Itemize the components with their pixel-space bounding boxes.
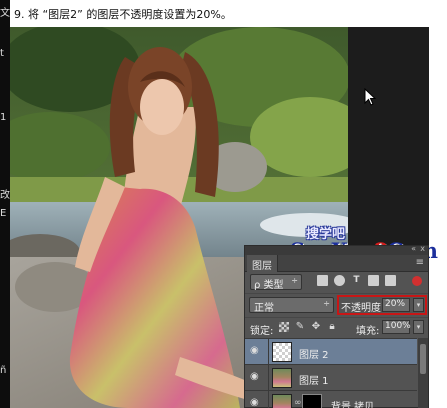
fill-label: 填充: xyxy=(356,326,380,337)
close-panel-icon[interactable]: x xyxy=(420,244,425,253)
lock-icons: ✎ ✥ 🔒︎ xyxy=(279,322,337,332)
layer-thumbnail xyxy=(272,342,292,362)
filter-kind-select[interactable]: ρ 类型 ÷ xyxy=(250,274,302,291)
chevron-icon: ÷ xyxy=(291,276,298,285)
left-edge-char: 1 xyxy=(0,112,7,123)
blend-mode-select[interactable]: 正常 ÷ xyxy=(249,297,334,314)
opacity-dropdown-icon[interactable]: ▾ xyxy=(413,298,424,312)
layer-name[interactable]: 图层 2 xyxy=(299,346,329,361)
smart-object-filter-icon[interactable] xyxy=(385,275,396,286)
tab-layers[interactable]: 图层 xyxy=(247,255,278,272)
left-edge-char: t xyxy=(0,48,4,59)
chevron-icon: ÷ xyxy=(323,299,330,308)
shape-filter-icon[interactable] xyxy=(368,275,379,286)
eye-icon[interactable]: ◉ xyxy=(250,346,264,356)
lock-all-icon[interactable]: 🔒︎ xyxy=(327,322,337,332)
layer-row[interactable]: ◉ ∞ 背景 拷贝 xyxy=(245,390,417,408)
left-edge-char: ñ xyxy=(0,365,7,376)
filter-kind-label: ρ 类型 xyxy=(254,280,284,291)
left-edge-strip: 文 t 1 改 E ñ xyxy=(0,0,10,408)
left-edge-char: E xyxy=(0,208,7,219)
adjustment-filter-icon[interactable] xyxy=(334,275,345,286)
layers-scrollbar[interactable] xyxy=(418,338,428,408)
panel-tab-row: 图层 ≡ xyxy=(245,255,428,272)
panel-menu-icon[interactable]: ≡ xyxy=(416,257,424,268)
lock-position-icon[interactable]: ✥ xyxy=(311,322,321,332)
left-edge-char: 改 xyxy=(0,190,10,201)
filter-toggle-icon[interactable] xyxy=(412,276,422,286)
layer-filter-row: ρ 类型 ÷ T xyxy=(245,273,428,291)
blend-mode-label: 正常 xyxy=(254,303,274,314)
pixel-filter-icon[interactable] xyxy=(317,275,328,286)
lock-fill-row: 锁定: ✎ ✥ 🔒︎ 填充: 100% ▾ xyxy=(245,317,428,337)
fill-input[interactable]: 100% xyxy=(382,320,411,334)
layer-row[interactable]: ◉ 图层 1 xyxy=(245,364,417,390)
layer-name[interactable]: 背景 拷贝 xyxy=(331,398,374,408)
lock-transparency-icon[interactable] xyxy=(279,322,289,332)
layers-panel: « x 图层 ≡ ρ 类型 ÷ T 正常 ÷ 不透明度: 20% ▾ 锁定: ✎… xyxy=(244,244,429,408)
layer-row[interactable]: ◉ 图层 2 xyxy=(245,338,417,364)
collapse-panel-icon[interactable]: « xyxy=(411,244,416,253)
layer-name[interactable]: 图层 1 xyxy=(299,372,329,387)
fill-dropdown-icon[interactable]: ▾ xyxy=(413,320,424,334)
layer-thumbnail xyxy=(272,394,292,408)
blend-opacity-row: 正常 ÷ 不透明度: 20% ▾ xyxy=(245,293,428,315)
filter-icons: T xyxy=(317,275,396,286)
panel-topbar: « x xyxy=(245,244,428,255)
opacity-label: 不透明度: xyxy=(341,303,385,314)
layer-thumbnail xyxy=(272,368,292,388)
arrow-cursor-icon xyxy=(364,87,378,106)
lock-pixels-icon[interactable]: ✎ xyxy=(295,322,305,332)
eye-icon[interactable]: ◉ xyxy=(250,372,264,382)
lock-label: 锁定: xyxy=(250,326,274,337)
opacity-input[interactable]: 20% xyxy=(382,298,410,312)
left-edge-char: 文 xyxy=(0,8,10,19)
instruction-text: 9. 将 “图层2” 的图层不透明度设置为20%。 xyxy=(14,8,232,21)
mask-link-icon[interactable]: ∞ xyxy=(294,398,302,408)
opacity-highlight: 不透明度: 20% ▾ xyxy=(337,295,427,315)
layer-mask-thumbnail[interactable] xyxy=(302,394,322,408)
eye-icon[interactable]: ◉ xyxy=(250,398,264,408)
type-filter-icon[interactable]: T xyxy=(351,275,362,286)
scrollbar-thumb[interactable] xyxy=(420,344,426,374)
